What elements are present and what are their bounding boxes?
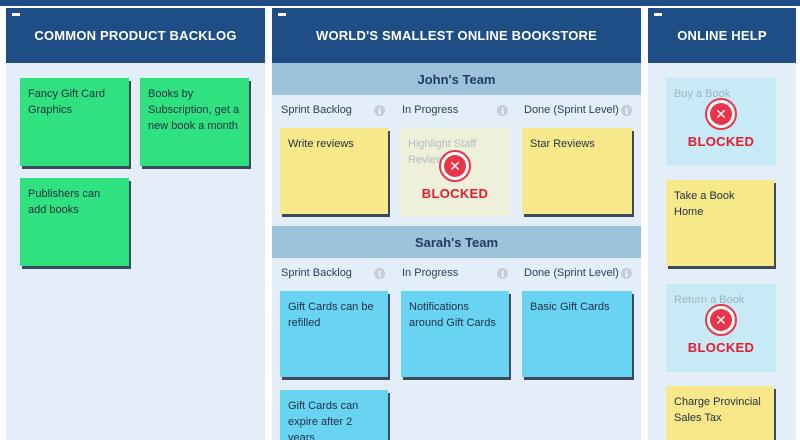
info-icon[interactable]: i: [621, 268, 632, 279]
info-icon[interactable]: i: [621, 105, 632, 116]
team-name: Sarah's Team: [414, 234, 499, 250]
card-books-by-subscription[interactable]: Books by Subscription, get a new book a …: [140, 78, 249, 166]
column-title: WORLD'S SMALLEST ONLINE BOOKSTORE: [315, 28, 597, 43]
blocked-icon: ✕: [705, 98, 737, 130]
column-online-help: ONLINE HELP Buy a Book ✕ BLOCKED Take a …: [648, 8, 796, 440]
info-icon[interactable]: i: [497, 105, 508, 116]
blocked-label: BLOCKED: [421, 186, 489, 201]
card-star-reviews[interactable]: Star Reviews: [522, 128, 632, 214]
collapse-icon[interactable]: [278, 13, 286, 16]
blocked-icon: ✕: [439, 150, 471, 182]
card-basic-gift-cards[interactable]: Basic Gift Cards: [522, 291, 632, 377]
lane-title-in-progress: In Progress: [402, 104, 459, 116]
card-notifications-around-gift-cards[interactable]: Notifications around Gift Cards: [401, 291, 509, 377]
blocked-overlay: ✕ BLOCKED: [400, 128, 510, 216]
card-buy-a-book[interactable]: Buy a Book ✕ BLOCKED: [666, 78, 776, 166]
column-title: COMMON PRODUCT BACKLOG: [34, 28, 237, 43]
collapse-icon[interactable]: [654, 13, 662, 16]
column-common-product-backlog: COMMON PRODUCT BACKLOG Fancy Gift Card G…: [6, 8, 265, 440]
team-bar-sarahs-team[interactable]: Sarah's Team: [272, 226, 641, 258]
info-icon[interactable]: i: [497, 268, 508, 279]
team-name: John's Team: [417, 71, 496, 87]
column-title: ONLINE HELP: [677, 28, 767, 43]
lane-title-sprint-backlog: Sprint Backlog: [281, 267, 352, 279]
column-header-backlog: COMMON PRODUCT BACKLOG: [6, 8, 265, 63]
blocked-label: BLOCKED: [687, 134, 755, 149]
card-publishers-can-add-books[interactable]: Publishers can add books: [20, 178, 129, 266]
card-write-reviews[interactable]: Write reviews: [280, 128, 388, 214]
blocked-icon: ✕: [705, 304, 737, 336]
card-return-a-book[interactable]: Return a Book ✕ BLOCKED: [666, 284, 776, 372]
column-bookstore: WORLD'S SMALLEST ONLINE BOOKSTORE John's…: [272, 8, 641, 440]
lane-title-in-progress: In Progress: [402, 267, 459, 279]
card-highlight-staff-reviews[interactable]: Highlight Staff Reviews ✕ BLOCKED: [400, 128, 510, 216]
blocked-overlay: ✕ BLOCKED: [666, 284, 776, 372]
team-bar-johns-team[interactable]: John's Team: [272, 63, 641, 95]
info-icon[interactable]: i: [374, 105, 385, 116]
collapse-icon[interactable]: [12, 13, 20, 16]
column-header-bookstore: WORLD'S SMALLEST ONLINE BOOKSTORE: [272, 8, 641, 63]
info-icon[interactable]: i: [374, 268, 385, 279]
card-charge-provincial-sales-tax[interactable]: Charge Provincial Sales Tax: [666, 386, 774, 440]
lane-title-done: Done (Sprint Level): [524, 104, 619, 116]
lane-title-done: Done (Sprint Level): [524, 267, 619, 279]
top-border: [0, 0, 800, 6]
card-gift-cards-can-be-refilled[interactable]: Gift Cards can be refilled: [280, 291, 388, 377]
card-fancy-gift-card-graphics[interactable]: Fancy Gift Card Graphics: [20, 78, 129, 166]
card-take-a-book-home[interactable]: Take a Book Home: [666, 180, 774, 266]
column-header-online-help: ONLINE HELP: [648, 8, 796, 63]
blocked-label: BLOCKED: [687, 340, 755, 355]
lane-title-sprint-backlog: Sprint Backlog: [281, 104, 352, 116]
card-gift-cards-can-expire[interactable]: Gift Cards can expire after 2 years: [280, 390, 388, 440]
blocked-overlay: ✕ BLOCKED: [666, 78, 776, 166]
